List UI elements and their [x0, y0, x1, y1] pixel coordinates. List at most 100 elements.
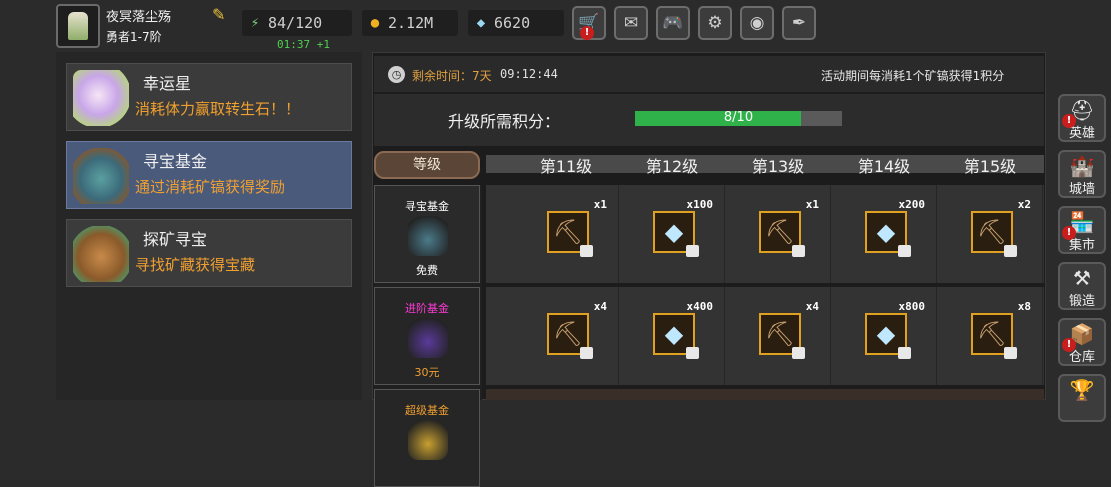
player-level: 勇者1-7阶 — [106, 30, 162, 44]
lock-icon — [580, 347, 593, 359]
gear-icon: ⚙ — [707, 13, 723, 33]
shop-cart-button[interactable]: 🛒! — [572, 6, 606, 40]
event-card[interactable]: 寻宝基金通过消耗矿镐获得奖励 — [66, 141, 352, 209]
diamond-reward: ◆ — [865, 211, 911, 257]
lock-icon — [686, 245, 699, 257]
mail-button[interactable]: ✉ — [614, 6, 648, 40]
reward-quantity: x2 — [1017, 198, 1031, 211]
reward-cell[interactable]: ◆ x200 — [831, 185, 937, 283]
reward-cell[interactable]: ⛏ x1 — [725, 185, 831, 283]
nav-helmet[interactable]: ⛑ 英雄! — [1058, 94, 1106, 142]
fund-tier[interactable]: 寻宝基金 免费 — [374, 185, 480, 283]
level-column-header: 第11级 — [539, 157, 593, 176]
lock-icon — [792, 347, 805, 359]
diamond-reward: ◆ — [653, 313, 699, 359]
upgrade-progress-text: 8/10 — [723, 110, 754, 125]
clock-icon: ◷ — [388, 66, 405, 83]
nav-market[interactable]: 🏪 集市! — [1058, 206, 1106, 254]
nav-anvil[interactable]: ⚒ 锻造 — [1058, 262, 1106, 310]
reward-cell[interactable]: ⛏ x4 — [725, 287, 831, 385]
reward-cell[interactable]: ⛏ x8 — [937, 287, 1043, 385]
nav-warehouse[interactable]: 📦 仓库! — [1058, 318, 1106, 366]
settings-button[interactable]: ⚙ — [698, 6, 732, 40]
reward-cell[interactable]: ⛏ x1 — [513, 185, 619, 283]
reward-quantity: x4 — [593, 300, 607, 313]
remaining-time-value: 09:12:44 — [500, 67, 558, 81]
pickaxe-reward: ⛏ — [971, 211, 1017, 257]
pickaxe-reward: ⛏ — [759, 313, 805, 359]
diamond-reward: ◆ — [865, 313, 911, 359]
diamond-icon: ◆ — [476, 15, 486, 31]
fund-rule-text: 活动期间每消耗1个矿镐获得1积分 — [821, 69, 1005, 83]
reward-quantity: x200 — [898, 198, 926, 211]
reward-quantity: x1 — [805, 198, 819, 211]
event-icon — [73, 226, 129, 282]
pickaxe-reward: ⛏ — [971, 313, 1017, 359]
reward-quantity: x100 — [686, 198, 714, 211]
event-description: 通过消耗矿镐获得奖励 — [135, 178, 286, 196]
pickaxe-reward: ⛏ — [759, 211, 805, 257]
stamina-display: ⚡ 84/120 — [242, 10, 352, 36]
reward-cell[interactable]: ⛏ x4 — [513, 287, 619, 385]
level-column-header: 第14级 — [857, 157, 911, 176]
event-title: 探矿寻宝 — [143, 230, 208, 249]
event-description: 寻找矿藏获得宝藏 — [135, 256, 256, 274]
player-name: 夜冥落尘殇 — [106, 10, 172, 25]
tier-price: 免费 — [416, 264, 438, 277]
reward-cell[interactable]: ◆ x100 — [619, 185, 725, 283]
reward-cell[interactable]: ⛏ x2 — [937, 185, 1043, 283]
level-column-header: 第13级 — [751, 157, 805, 176]
edit-icon[interactable]: ✎ — [212, 6, 230, 24]
diamond-value: 6620 — [494, 14, 531, 32]
tier-price: 30元 — [414, 366, 440, 379]
event-title: 寻宝基金 — [143, 152, 208, 171]
reward-row — [486, 389, 1044, 400]
money-bag-icon — [408, 216, 448, 256]
reward-cell[interactable]: ◆ x800 — [831, 287, 937, 385]
avatar[interactable] — [56, 4, 100, 48]
gold-display: ● 2.12M — [362, 10, 458, 36]
level-column-header: 第12级 — [645, 157, 699, 176]
diamond-reward: ◆ — [653, 211, 699, 257]
tier-name: 寻宝基金 — [405, 200, 449, 213]
castle-wall-icon: 🏰 — [1069, 154, 1095, 178]
level-header: 等级 — [374, 151, 480, 179]
lock-icon — [580, 245, 593, 257]
tier-name: 进阶基金 — [405, 302, 449, 315]
event-card[interactable]: 探矿寻宝寻找矿藏获得宝藏 — [66, 219, 352, 287]
lock-icon — [898, 245, 911, 257]
gamepad-button[interactable]: 🎮 — [656, 6, 690, 40]
lock-icon — [792, 245, 805, 257]
diamond-display: ◆ 6620 — [468, 10, 564, 36]
money-bag-icon — [408, 318, 448, 358]
fund-tier[interactable]: 进阶基金 30元 — [374, 287, 480, 385]
nav-castle-wall[interactable]: 🏰 城墙 — [1058, 150, 1106, 198]
reward-quantity: x400 — [686, 300, 714, 313]
tier-name: 超级基金 — [405, 404, 449, 417]
alert-badge: ! — [1062, 226, 1076, 240]
event-icon — [73, 70, 129, 126]
upgrade-label: 升级所需积分： — [448, 112, 561, 131]
anvil-icon: ⚒ — [1073, 266, 1091, 290]
color-wheel-button[interactable]: ◉ — [740, 6, 774, 40]
nav-trophy[interactable]: 🏆 — [1058, 374, 1106, 422]
lock-icon — [1004, 245, 1017, 257]
reward-quantity: x1 — [593, 198, 607, 211]
reward-cell[interactable]: ◆ x400 — [619, 287, 725, 385]
feather-icon: ✒ — [791, 13, 807, 33]
reward-quantity: x800 — [898, 300, 926, 313]
feather-button[interactable]: ✒ — [782, 6, 816, 40]
reward-quantity: x4 — [805, 300, 819, 313]
mail-icon: ✉ — [623, 13, 639, 33]
money-bag-icon — [408, 420, 448, 460]
fund-tier[interactable]: 超级基金 — [374, 389, 480, 487]
stamina-timer: 01:37 +1 — [277, 38, 330, 51]
lock-icon — [898, 347, 911, 359]
gold-value: 2.12M — [388, 14, 434, 32]
alert-badge: ! — [580, 26, 594, 40]
pickaxe-reward: ⛏ — [547, 313, 593, 359]
nav-label: 城墙 — [1068, 182, 1095, 197]
gamepad-icon: 🎮 — [662, 13, 684, 33]
color-wheel-icon: ◉ — [749, 13, 765, 33]
event-card[interactable]: 幸运星 消耗体力赢取转生石！！ — [66, 63, 352, 131]
